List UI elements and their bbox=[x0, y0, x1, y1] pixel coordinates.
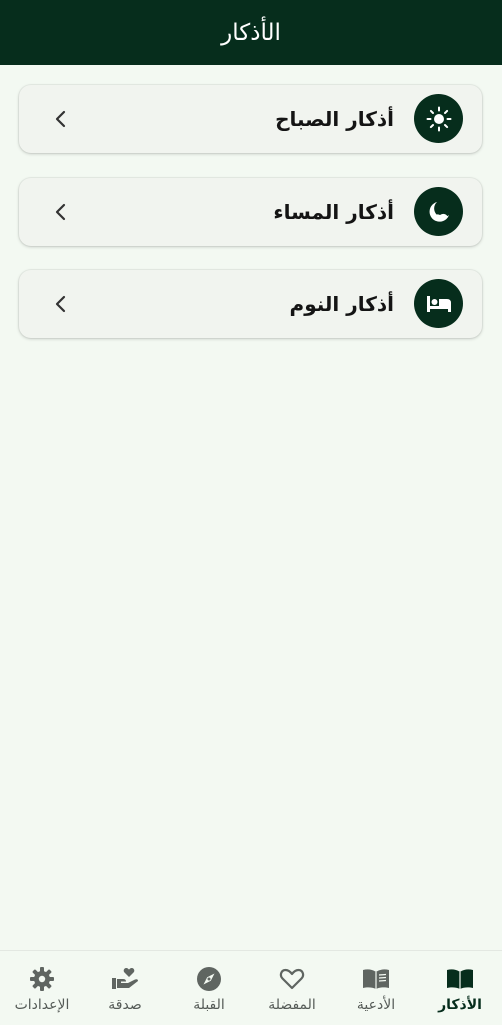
nav-item-charity[interactable]: صدقة bbox=[83, 951, 167, 1025]
card-label: أذكار المساء bbox=[273, 200, 394, 224]
morning-adhkar-card[interactable]: أذكار الصباح bbox=[19, 85, 482, 153]
nav-label: الإعدادات bbox=[14, 997, 70, 1013]
open-book-icon bbox=[445, 965, 475, 993]
nav-label: الأذكار bbox=[438, 997, 482, 1013]
evening-adhkar-card[interactable]: أذكار المساء bbox=[19, 178, 482, 246]
bottom-navigation: الأذكار الأدعية المفضلة القبلة صدقة الإع… bbox=[0, 950, 502, 1024]
heart-icon bbox=[277, 965, 307, 993]
card-label: أذكار النوم bbox=[289, 292, 394, 316]
sun-icon bbox=[414, 94, 463, 143]
chevron-left-icon bbox=[55, 110, 66, 128]
nav-item-settings[interactable]: الإعدادات bbox=[0, 951, 84, 1025]
gear-icon bbox=[27, 965, 57, 993]
page-title: الأذكار bbox=[221, 19, 281, 46]
nav-item-duas[interactable]: الأدعية bbox=[334, 951, 418, 1025]
charity-hand-icon bbox=[110, 965, 140, 993]
chevron-left-icon bbox=[55, 295, 66, 313]
app-bar: الأذكار bbox=[0, 0, 502, 65]
moon-icon bbox=[414, 187, 463, 236]
nav-label: صدقة bbox=[108, 997, 142, 1013]
nav-label: المفضلة bbox=[268, 997, 316, 1013]
compass-icon bbox=[194, 965, 224, 993]
card-label: أذكار الصباح bbox=[275, 107, 394, 131]
book-icon bbox=[361, 965, 391, 993]
bed-icon bbox=[414, 279, 463, 328]
sleep-adhkar-card[interactable]: أذكار النوم bbox=[19, 270, 482, 338]
chevron-left-icon bbox=[55, 203, 66, 221]
nav-item-adhkar[interactable]: الأذكار bbox=[418, 951, 502, 1025]
nav-label: القبلة bbox=[193, 997, 225, 1013]
nav-item-qibla[interactable]: القبلة bbox=[167, 951, 251, 1025]
nav-item-favorites[interactable]: المفضلة bbox=[250, 951, 334, 1025]
nav-label: الأدعية bbox=[356, 997, 396, 1013]
